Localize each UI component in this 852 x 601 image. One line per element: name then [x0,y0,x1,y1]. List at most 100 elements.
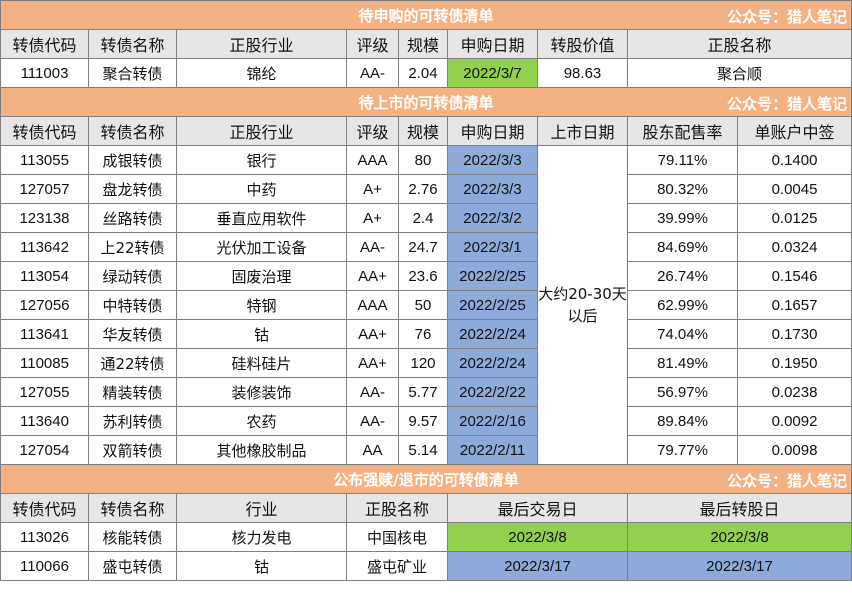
subscribe-date-cell: 2022/2/25 [447,261,538,291]
column-header: 规模 [398,29,448,59]
industry-cell: 农药 [176,406,347,436]
bond-code-cell: 111003 [0,58,89,88]
bond-name-cell: 上22转债 [88,232,177,262]
column-header: 申购日期 [447,29,538,59]
bond-code-cell: 110066 [0,551,89,581]
column-header: 评级 [346,29,399,59]
size-cell: 50 [398,290,448,320]
bond-code-cell: 113640 [0,406,89,436]
industry-cell: 特钢 [176,290,347,320]
table-row: 113055 成银转债 银行 AAA 80 2022/3/3 大约20-30天以后 79.11… [0,145,852,465]
column-header: 转股价值 [537,29,628,59]
industry-cell: 其他橡胶制品 [176,435,347,465]
column-header: 上市日期 [537,116,628,146]
stock-name-cell: 盛屯矿业 [346,551,448,581]
shareholder-ratio-cell: 89.84% [627,406,738,436]
win-rate-cell: 0.1657 [736,290,852,320]
win-rate-cell: 0.0092 [736,406,852,436]
column-header: 转债代码 [0,29,89,59]
section1-publisher: 公众号：猎人笔记 [727,8,848,26]
stock-name-cell: 聚合顺 [626,58,852,88]
rating-cell: AA- [346,58,399,88]
rating-cell: AA- [346,232,399,262]
column-header: 最后转股日 [626,493,852,523]
win-rate-cell: 0.0238 [736,377,852,407]
industry-cell: 锦纶 [176,58,347,88]
column-header: 申购日期 [447,116,538,146]
table-row: 113641 华友转债钴 AA+ 76 2022/2/24 74.04% 0.1730 [0,319,852,349]
stock-name-cell: 中国核电 [346,522,448,552]
subscribe-date-cell: 2022/3/7 [447,58,538,88]
subscribe-date-cell: 2022/3/1 [447,232,538,262]
bond-name-cell: 通22转债 [88,348,177,378]
table-row: 110085 通22转债 硅料硅片 AA+ 120 2022/2/24 81.49% 0.19… [0,348,852,378]
win-rate-cell: 0.0125 [736,203,852,233]
bond-name-cell: 成银转债 [88,145,177,175]
rating-cell: AAA [346,290,399,320]
shareholder-ratio-cell: 80.32% [627,174,738,204]
subscribe-date-cell: 2022/2/24 [447,348,538,378]
industry-cell: 钴 [176,551,347,581]
section2-banner: 待上市的可转债清单 公众号：猎人笔记 [0,87,852,117]
bond-code-cell: 113055 [0,145,89,175]
table-row: 127056 中特转债 特钢 AAA 50 2022/2/25 62.99% 0.1657 [0,290,852,320]
column-header: 评级 [346,116,399,146]
industry-cell: 银行 [176,145,347,175]
section1-title: 待申购的可转债清单 [358,6,494,25]
shareholder-ratio-cell: 74.04% [627,319,738,349]
section2-publisher: 公众号：猎人笔记 [727,95,848,113]
column-header: 最后交易日 [447,493,628,523]
last-trade-date-cell: 2022/3/17 [447,551,628,581]
column-header: 股东配售率 [627,116,738,146]
win-rate-cell: 0.0045 [736,174,852,204]
subscribe-date-cell: 2022/2/22 [447,377,538,407]
shareholder-ratio-cell: 79.11% [627,145,738,175]
column-header: 转债代码 [0,493,89,523]
size-cell: 80 [398,145,448,175]
shareholder-ratio-cell: 39.99% [627,203,738,233]
table-row: 113640 苏利转债 农药 AA- 9.57 2022/2/16 89.84% 0.0092 [0,406,852,436]
shareholder-ratio-cell: 26.74% [627,261,738,291]
column-header: 转债名称 [88,29,177,59]
bond-code-cell: 127056 [0,290,89,320]
industry-cell: 装修装饰 [176,377,347,407]
subscribe-date-cell: 2022/3/2 [447,203,538,233]
bond-code-cell: 113641 [0,319,89,349]
rating-cell: A+ [346,203,399,233]
win-rate-cell: 0.1546 [736,261,852,291]
subscribe-date-cell: 2022/2/16 [447,406,538,436]
bond-code-cell: 123138 [0,203,89,233]
size-cell: 24.7 [398,232,448,262]
rating-cell: AA+ [346,348,399,378]
bond-code-cell: 110085 [0,348,89,378]
bond-name-cell: 聚合转债 [88,58,177,88]
size-cell: 120 [398,348,448,378]
bond-name-cell: 核能转债 [88,522,177,552]
shareholder-ratio-cell: 84.69% [627,232,738,262]
section2-body: 113055 成银转债 银行 AAA 80 2022/3/3 大约20-30天以后 79.11… [0,145,852,465]
table-row: 127055 精装转债 装修装饰 AA- 5.77 2022/2/22 56.97% 0.02… [0,377,852,407]
shareholder-ratio-cell: 56.97% [627,377,738,407]
subscribe-date-cell: 2022/2/11 [447,435,538,465]
bond-name-cell: 双箭转债 [88,435,177,465]
bond-code-cell: 113054 [0,261,89,291]
size-cell: 76 [398,319,448,349]
section3-header-row: 转债代码 转债名称 行业 正股名称 最后交易日 最后转股日 [0,493,852,523]
section1-header-row: 转债代码 转债名称 正股行业 评级 规模 申购日期 转股价值 正股名称 [0,29,852,59]
section3-publisher: 公众号：猎人笔记 [727,472,848,490]
section2-header-row: 转债代码 转债名称 正股行业 评级 规模 申购日期 上市日期 股东配售率 单账户… [0,116,852,146]
subscribe-date-cell: 2022/3/3 [447,145,538,175]
section2-title: 待上市的可转债清单 [358,93,494,112]
win-rate-cell: 0.0324 [736,232,852,262]
win-rate-cell: 0.1950 [736,348,852,378]
bond-code-cell: 113026 [0,522,89,552]
rating-cell: AA- [346,406,399,436]
last-trade-date-cell: 2022/3/8 [447,522,628,552]
section3-banner: 公布强赎/退市的可转债清单 公众号：猎人笔记 [0,464,852,494]
size-cell: 9.57 [398,406,448,436]
table-row: 113054 绿动转债 固废治理 AA+ 23.6 2022/2/25 26.74% 0.15… [0,261,852,291]
size-cell: 5.14 [398,435,448,465]
subscribe-date-cell: 2022/2/25 [447,290,538,320]
size-cell: 5.77 [398,377,448,407]
shareholder-ratio-cell: 79.77% [627,435,738,465]
